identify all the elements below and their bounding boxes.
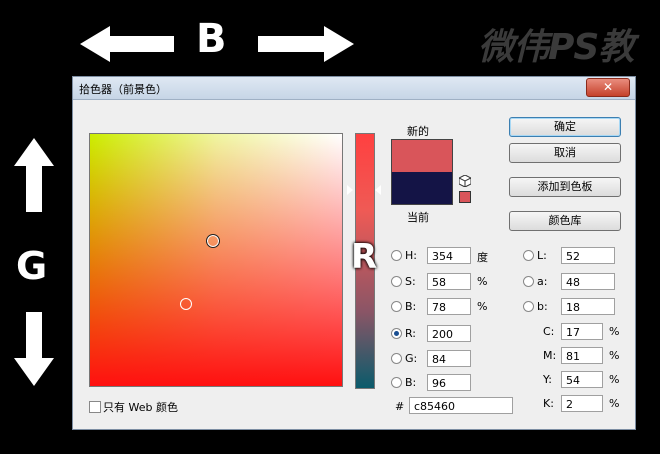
color-field[interactable] (89, 133, 343, 387)
input-lab-b[interactable]: 18 (561, 298, 615, 315)
new-color-label: 新的 (407, 125, 429, 138)
input-y[interactable]: 54 (561, 371, 603, 388)
watermark-text: 微伟PS教 (478, 27, 634, 68)
label-h: H: (405, 249, 417, 262)
unit-k: % (609, 397, 620, 410)
unit-y: % (609, 373, 620, 386)
arrow-right-icon (258, 26, 354, 62)
close-button[interactable]: ✕ (586, 78, 630, 97)
radio-r[interactable] (391, 328, 402, 339)
input-r[interactable]: 200 (427, 325, 471, 342)
label-b-blue: B: (405, 376, 417, 389)
color-picker-dialog: 拾色器（前景色） ✕ R 新的 当前 确定 取消 添加到色板 颜色库 H: 35… (72, 76, 636, 430)
input-b-brightness[interactable]: 78 (427, 298, 471, 315)
radio-l[interactable] (523, 250, 534, 261)
input-s[interactable]: 58 (427, 273, 471, 290)
dialog-title: 拾色器（前景色） (79, 83, 167, 96)
input-m[interactable]: 81 (561, 347, 603, 364)
ok-button[interactable]: 确定 (509, 117, 621, 137)
unit-s: % (477, 275, 488, 288)
label-s: S: (405, 275, 416, 288)
current-color-swatch[interactable] (391, 172, 453, 205)
current-color-label: 当前 (407, 211, 429, 224)
axis-letter-r: R (351, 237, 378, 277)
arrow-left-icon (80, 26, 174, 62)
label-c: C: (543, 325, 555, 338)
hex-hash-label: # (395, 400, 405, 413)
input-l[interactable]: 52 (561, 247, 615, 264)
radio-s[interactable] (391, 276, 402, 287)
radio-b-brightness[interactable] (391, 301, 402, 312)
web-safe-color-swatch[interactable] (459, 191, 471, 203)
unit-m: % (609, 349, 620, 362)
web-colors-only-checkbox[interactable] (89, 401, 101, 413)
label-r: R: (405, 327, 417, 340)
unit-b-brightness: % (477, 300, 488, 313)
slider-left-handle[interactable] (347, 185, 353, 195)
radio-a[interactable] (523, 276, 534, 287)
unit-c: % (609, 325, 620, 338)
arrow-up-icon (14, 138, 54, 212)
color-libraries-button[interactable]: 颜色库 (509, 211, 621, 231)
title-bar[interactable]: 拾色器（前景色） ✕ (73, 77, 635, 100)
label-g: G: (405, 352, 418, 365)
close-icon: ✕ (602, 80, 614, 94)
input-a[interactable]: 48 (561, 273, 615, 290)
label-b-brightness: B: (405, 300, 417, 313)
color-field-cursor[interactable] (206, 234, 220, 248)
hex-input[interactable]: c85460 (409, 397, 513, 414)
label-l: L: (537, 249, 547, 262)
input-b-blue[interactable]: 96 (427, 374, 471, 391)
label-m: M: (543, 349, 557, 362)
label-k: K: (543, 397, 554, 410)
radio-g[interactable] (391, 353, 402, 364)
axis-letter-b: B (196, 16, 227, 62)
input-h[interactable]: 354 (427, 247, 471, 264)
label-a: a: (537, 275, 548, 288)
label-y: Y: (543, 373, 552, 386)
new-color-swatch (391, 139, 453, 172)
cancel-button[interactable]: 取消 (509, 143, 621, 163)
cube-warning-icon[interactable] (459, 175, 471, 187)
radio-h[interactable] (391, 250, 402, 261)
add-to-swatches-button[interactable]: 添加到色板 (509, 177, 621, 197)
axis-letter-g: G (16, 244, 48, 288)
input-k[interactable]: 2 (561, 395, 603, 412)
unit-h: 度 (477, 251, 488, 264)
input-g[interactable]: 84 (427, 350, 471, 367)
radio-b-blue[interactable] (391, 377, 402, 388)
label-lab-b: b: (537, 300, 548, 313)
radio-lab-b[interactable] (523, 301, 534, 312)
arrow-down-icon (14, 312, 54, 386)
web-colors-only-label: 只有 Web 颜色 (103, 401, 178, 414)
input-c[interactable]: 17 (561, 323, 603, 340)
slider-right-handle[interactable] (375, 185, 381, 195)
color-field-cursor-secondary (180, 298, 192, 310)
